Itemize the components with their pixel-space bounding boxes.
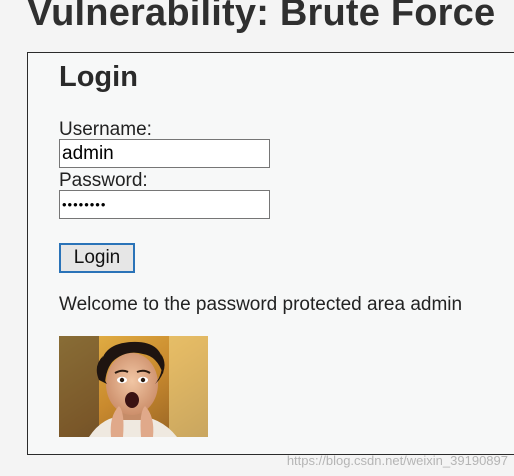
login-button[interactable]: Login	[59, 243, 135, 273]
welcome-message: Welcome to the password protected area a…	[59, 294, 463, 315]
user-avatar-photo	[59, 336, 208, 437]
username-field[interactable]	[59, 139, 270, 168]
login-heading: Login	[59, 61, 138, 93]
vulnerable-code-area: Login Username: Password: Login Welcome …	[27, 52, 514, 455]
password-label: Password:	[59, 170, 148, 191]
watermark-text: https://blog.csdn.net/weixin_39190897	[286, 453, 508, 468]
page-title: Vulnerability: Brute Force	[27, 0, 496, 34]
username-label: Username:	[59, 119, 152, 140]
password-field[interactable]	[59, 190, 270, 219]
